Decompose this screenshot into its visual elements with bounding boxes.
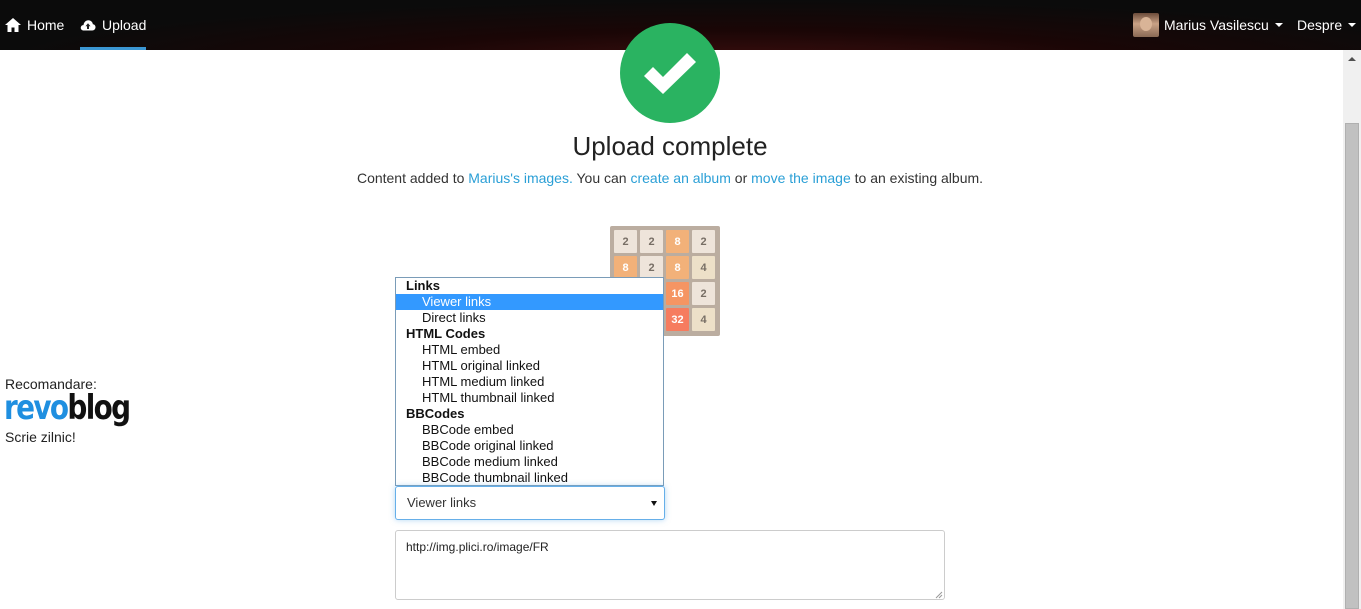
about-menu-button[interactable]: Despre xyxy=(1297,0,1357,50)
option-item[interactable]: BBCode medium linked xyxy=(396,454,663,470)
game-tile: 16 xyxy=(666,282,689,305)
option-item[interactable]: HTML original linked xyxy=(396,358,663,374)
avatar xyxy=(1133,13,1159,37)
promo-tagline: Scrie zilnic! xyxy=(5,429,76,445)
revoblog-logo[interactable]: revoblog xyxy=(4,388,131,428)
game-tile: 32 xyxy=(666,308,689,331)
game-tile: 8 xyxy=(666,256,689,279)
checkmark-icon xyxy=(644,53,696,94)
game-tile: 2 xyxy=(614,230,637,253)
game-tile: 8 xyxy=(666,230,689,253)
active-tab-indicator xyxy=(80,47,147,50)
option-group-label: Links xyxy=(406,278,440,293)
option-item[interactable]: HTML embed xyxy=(396,342,663,358)
scrollbar-thumb[interactable] xyxy=(1345,123,1359,609)
option-item[interactable]: HTML thumbnail linked xyxy=(396,390,663,406)
dropdown-arrow-icon xyxy=(651,501,657,506)
embed-code-select-value: Viewer links xyxy=(407,495,477,510)
chevron-down-icon xyxy=(1348,23,1357,27)
game-tile: 8 xyxy=(614,256,637,279)
resize-grip-icon[interactable] xyxy=(933,589,943,599)
album-link[interactable]: Marius's images. xyxy=(468,170,573,186)
option-group-label: HTML Codes xyxy=(406,326,486,341)
upload-status-text: Content added to Marius's images. You ca… xyxy=(0,170,1340,186)
home-icon xyxy=(5,18,21,32)
option-group-label: BBCodes xyxy=(406,406,465,421)
game-tile: 2 xyxy=(640,230,663,253)
game-tile: 4 xyxy=(692,256,715,279)
user-name: Marius Vasilescu xyxy=(1164,17,1269,33)
option-item[interactable]: BBCode original linked xyxy=(396,438,663,454)
about-label: Despre xyxy=(1297,17,1343,33)
page-title: Upload complete xyxy=(572,131,768,161)
logo-part-1: revo xyxy=(4,388,69,428)
option-item[interactable]: BBCode thumbnail linked xyxy=(396,470,663,486)
status-text-3: or xyxy=(730,170,752,186)
chevron-down-icon xyxy=(1274,23,1283,27)
scroll-up-arrow-icon[interactable] xyxy=(1343,50,1361,67)
page: Home Upload Marius Vasilescu Despre Uplo… xyxy=(0,0,1361,609)
nav-upload-label: Upload xyxy=(102,17,147,33)
option-item[interactable]: HTML medium linked xyxy=(396,374,663,390)
status-text-4: to an existing album. xyxy=(850,170,984,186)
logo-part-2: blog xyxy=(67,388,131,428)
cloud-upload-icon xyxy=(80,20,96,31)
embed-code-textarea[interactable] xyxy=(395,530,945,600)
game-tile: 4 xyxy=(692,308,715,331)
status-text-2: You can xyxy=(572,170,631,186)
option-item[interactable]: BBCode embed xyxy=(396,422,663,438)
vertical-scrollbar[interactable] xyxy=(1343,50,1361,609)
embed-code-select[interactable]: Viewer links xyxy=(395,486,665,520)
success-check-icon xyxy=(620,23,720,123)
nav-home-link[interactable]: Home xyxy=(5,0,64,50)
option-item[interactable]: Direct links xyxy=(396,310,663,326)
move-image-link[interactable]: move the image xyxy=(751,170,851,186)
nav-home-label: Home xyxy=(27,17,65,33)
nav-upload-link[interactable]: Upload xyxy=(80,0,147,50)
status-text-1: Content added to xyxy=(356,170,469,186)
game-tile: 2 xyxy=(692,230,715,253)
game-tile: 2 xyxy=(692,282,715,305)
user-menu-button[interactable]: Marius Vasilescu xyxy=(1133,0,1283,50)
game-tile: 2 xyxy=(640,256,663,279)
embed-code-options-list: Links Viewer links Direct links HTML Codes H… xyxy=(395,277,664,486)
option-item[interactable]: Viewer links xyxy=(396,294,663,310)
create-album-link[interactable]: create an album xyxy=(630,170,730,186)
